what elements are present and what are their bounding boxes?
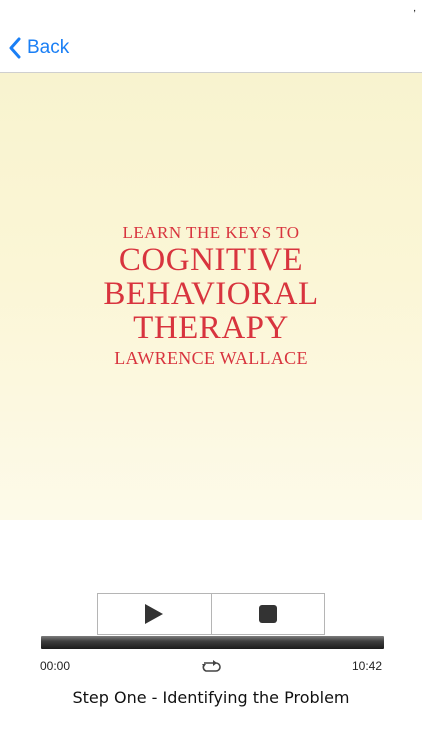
stop-button[interactable] (210, 594, 325, 634)
album-cover: LEARN THE KEYS TO COGNITIVE BEHAVIORAL T… (0, 73, 422, 520)
back-button[interactable]: Back (8, 34, 69, 62)
play-icon (145, 604, 164, 624)
navigation-bar: Back (0, 22, 422, 73)
elapsed-time: 00:00 (40, 659, 71, 673)
status-indicator-icon: , (413, 3, 416, 14)
total-time: 10:42 (351, 659, 382, 673)
play-button[interactable] (98, 594, 211, 634)
chevron-left-icon (9, 37, 21, 59)
status-bar: , (0, 0, 422, 22)
cover-title-line-3: THERAPY (133, 310, 289, 346)
cover-author: LAWRENCE WALLACE (114, 348, 308, 368)
track-title: Step One - Identifying the Problem (72, 688, 350, 707)
cover-title-line-2: BEHAVIORAL (103, 276, 319, 312)
progress-slider[interactable] (41, 636, 384, 649)
audio-player-screen: , Back LEARN THE KEYS TO COGNITIVE BEHAV… (0, 0, 422, 750)
repeat-icon (202, 660, 221, 672)
repeat-button[interactable] (198, 657, 224, 675)
stop-icon (258, 605, 277, 623)
cover-text: LEARN THE KEYS TO COGNITIVE BEHAVIORAL T… (0, 223, 422, 369)
cover-pre-title: LEARN THE KEYS TO (122, 223, 300, 242)
back-label: Back (27, 37, 70, 58)
playback-controls (97, 593, 325, 635)
cover-title-line-1: COGNITIVE (118, 242, 304, 278)
